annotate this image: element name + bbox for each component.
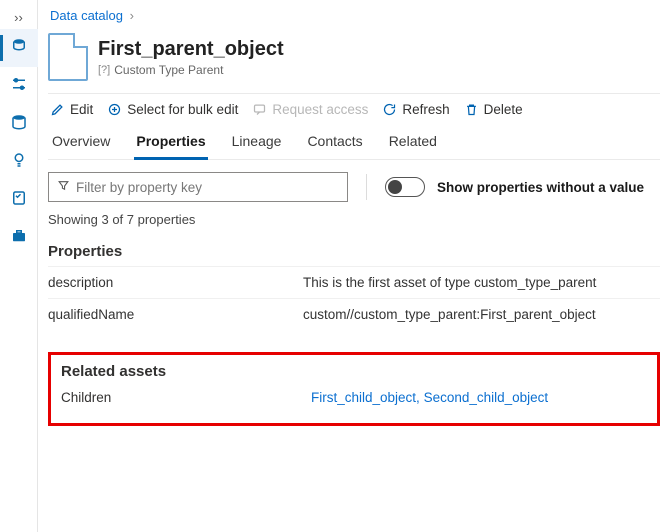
- bulk-label: Select for bulk edit: [127, 102, 238, 117]
- page-title: First_parent_object: [98, 38, 284, 60]
- bulk-edit-button[interactable]: Select for bulk edit: [107, 102, 238, 117]
- property-key: description: [48, 275, 303, 290]
- rail-policy[interactable]: [0, 181, 38, 219]
- circle-plus-icon: [107, 102, 122, 117]
- page-subtitle: Custom Type Parent: [114, 63, 223, 77]
- expand-rail-icon[interactable]: ››: [14, 6, 23, 29]
- checklist-icon: [10, 189, 28, 212]
- properties-heading: Properties: [48, 243, 660, 260]
- properties-list: description This is the first asset of t…: [48, 266, 660, 330]
- related-assets-section: Related assets Children First_child_obje…: [48, 352, 660, 426]
- custom-type-icon: [?]: [98, 64, 110, 76]
- edit-label: Edit: [70, 102, 93, 117]
- breadcrumb-data-catalog[interactable]: Data catalog: [50, 8, 123, 23]
- main-content: Data catalog › First_parent_object [?] C…: [38, 0, 670, 532]
- tab-related[interactable]: Related: [387, 127, 439, 159]
- left-rail: ››: [0, 0, 38, 532]
- controls-icon: [10, 75, 28, 98]
- refresh-button[interactable]: Refresh: [382, 102, 449, 117]
- property-row: description This is the first asset of t…: [48, 266, 660, 298]
- briefcase-icon: [10, 227, 28, 250]
- related-link-1[interactable]: Second_child_object: [424, 390, 549, 405]
- tab-overview[interactable]: Overview: [50, 127, 112, 159]
- refresh-label: Refresh: [402, 102, 449, 117]
- related-link-0[interactable]: First_child_object: [311, 390, 416, 405]
- rail-manage[interactable]: [0, 219, 38, 257]
- file-icon: [48, 33, 88, 81]
- refresh-icon: [382, 102, 397, 117]
- trash-icon: [464, 102, 479, 117]
- rail-controls[interactable]: [0, 67, 38, 105]
- request-access-button: Request access: [252, 102, 368, 117]
- filter-placeholder: Filter by property key: [76, 180, 202, 195]
- filter-icon: [57, 179, 70, 195]
- database-icon: [10, 113, 28, 136]
- property-count: Showing 3 of 7 properties: [48, 212, 660, 227]
- pencil-icon: [50, 102, 65, 117]
- rail-insights[interactable]: [0, 143, 38, 181]
- rail-catalog[interactable]: [0, 29, 38, 67]
- tab-properties[interactable]: Properties: [134, 127, 207, 160]
- request-label: Request access: [272, 102, 368, 117]
- property-row: qualifiedName custom//custom_type_parent…: [48, 298, 660, 330]
- toolbar: Edit Select for bulk edit Request access…: [48, 93, 660, 127]
- related-key: Children: [61, 390, 311, 405]
- tab-lineage[interactable]: Lineage: [230, 127, 284, 159]
- tab-contacts[interactable]: Contacts: [305, 127, 364, 159]
- lightbulb-icon: [10, 151, 28, 174]
- related-heading: Related assets: [61, 363, 647, 380]
- delete-button[interactable]: Delete: [464, 102, 523, 117]
- chevron-right-icon: ›: [127, 8, 137, 23]
- rail-db[interactable]: [0, 105, 38, 143]
- edit-button[interactable]: Edit: [50, 102, 93, 117]
- toggle-label: Show properties without a value: [437, 180, 644, 195]
- property-key: qualifiedName: [48, 307, 303, 322]
- delete-label: Delete: [484, 102, 523, 117]
- property-value: This is the first asset of type custom_t…: [303, 275, 660, 290]
- breadcrumb: Data catalog ›: [48, 6, 660, 31]
- filter-input[interactable]: Filter by property key: [48, 172, 348, 202]
- related-values: First_child_object, Second_child_object: [311, 390, 548, 405]
- show-empty-toggle[interactable]: [385, 177, 425, 197]
- divider: [366, 174, 367, 200]
- data-icon: [10, 37, 28, 60]
- tabs: Overview Properties Lineage Contacts Rel…: [48, 127, 660, 160]
- chat-icon: [252, 102, 267, 117]
- property-value: custom//custom_type_parent:First_parent_…: [303, 307, 660, 322]
